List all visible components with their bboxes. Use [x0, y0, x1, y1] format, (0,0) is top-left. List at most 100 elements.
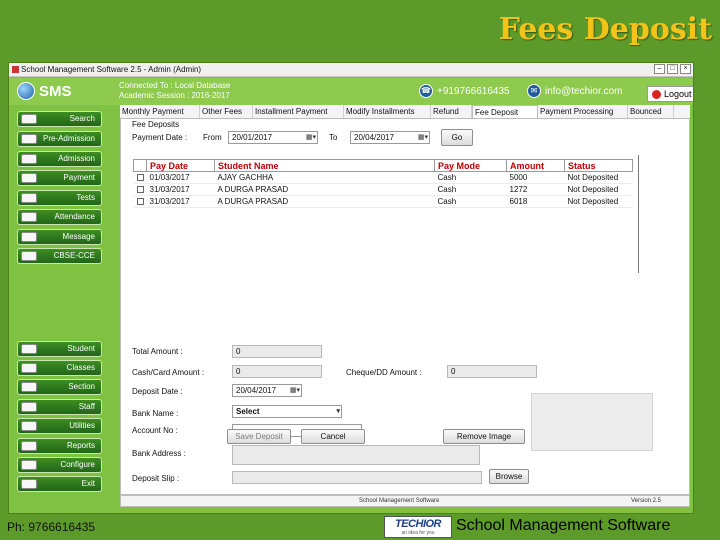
utilities-icon [21, 421, 37, 431]
sidebar-item-label: Staff [78, 402, 95, 411]
contact-email: ✉ info@techior.com [527, 84, 622, 98]
techior-logo-text: TECHIOR [395, 518, 442, 530]
exit-icon [21, 479, 37, 489]
amount-cell: 5000 [506, 171, 565, 184]
from-date-picker[interactable]: 20/01/2017 ▦▾ [228, 131, 318, 144]
table-header-row: Pay Date Student Name Pay Mode Amount St… [133, 159, 633, 172]
tab-other-fees[interactable]: Other Fees [200, 105, 253, 118]
sidebar-item-attendance[interactable]: Attendance [17, 209, 102, 225]
footer-phone: Ph: 9766616435 [7, 520, 96, 534]
table-row[interactable]: 01/03/2017 AJAY GACHHA Cash 5000 Not Dep… [133, 171, 633, 184]
pay-date-cell: 31/03/2017 [146, 183, 215, 196]
sidebar-item-message[interactable]: Message [17, 229, 102, 245]
logout-button[interactable]: Logout [647, 86, 693, 102]
sidebar-item-label: Utilities [69, 421, 95, 430]
column-header-pay-mode: Pay Mode [434, 159, 507, 172]
save-deposit-button[interactable]: Save Deposit [227, 429, 291, 444]
sidebar-item-pre-admission[interactable]: Pre-Admission [17, 131, 102, 147]
techior-logo-tagline: an idea for you [401, 530, 435, 536]
sidebar-item-utilities[interactable]: Utilities [17, 418, 102, 434]
sidebar-item-exit[interactable]: Exit [17, 476, 102, 492]
sidebar-item-cbse-cce[interactable]: CBSE-CCE [17, 248, 102, 264]
cheque-amount-field: 0 [447, 365, 537, 378]
table-row[interactable]: 31/03/2017 A DURGA PRASAD Cash 6018 Not … [133, 195, 633, 208]
tab-payment-processing[interactable]: Payment Processing [538, 105, 628, 118]
app-header: SMS Connected To : Local Database Academ… [9, 78, 693, 105]
sidebar-item-label: Section [68, 382, 95, 391]
cancel-button[interactable]: Cancel [301, 429, 365, 444]
status-bar: School Management Software Version 2.5 [120, 495, 690, 507]
status-app-name: School Management Software [359, 498, 440, 504]
sidebar-item-tests[interactable]: Tests [17, 190, 102, 206]
tab-bounced[interactable]: Bounced [628, 105, 674, 118]
grid-scroll-divider [638, 155, 639, 273]
sidebar-item-label: Exit [81, 479, 95, 488]
row-checkbox[interactable] [136, 174, 144, 182]
sidebar-item-label: Payment [63, 173, 95, 182]
sidebar-item-student[interactable]: Student [17, 341, 102, 357]
column-header-pay-date: Pay Date [146, 159, 215, 172]
sidebar-item-payment[interactable]: Payment [17, 170, 102, 186]
message-icon [21, 232, 37, 242]
power-icon [652, 89, 661, 99]
sidebar-item-staff[interactable]: Staff [17, 399, 102, 415]
tab-bar: Monthly Payment Other Fees Installment P… [120, 105, 690, 119]
sidebar-item-admission[interactable]: Admission [17, 151, 102, 167]
tab-installment-payment[interactable]: Installment Payment [253, 105, 344, 118]
close-button[interactable]: × [680, 64, 691, 74]
sidebar-item-section[interactable]: Section [17, 379, 102, 395]
tab-refund[interactable]: Refund [431, 105, 472, 118]
sidebar-item-label: Search [69, 114, 95, 123]
sidebar-item-label: Configure [60, 460, 95, 469]
window-title: School Management Software 2.5 - Admin (… [21, 65, 202, 74]
bank-name-value: Select [236, 407, 260, 416]
maximize-button[interactable]: □ [667, 64, 678, 74]
sidebar-item-label: Tests [76, 193, 95, 202]
column-header-status: Status [564, 159, 633, 172]
reports-icon [21, 441, 37, 451]
total-amount-field: 0 [232, 345, 322, 358]
student-name-cell: A DURGA PRASAD [214, 183, 435, 196]
go-button[interactable]: Go [441, 129, 473, 146]
deposit-slip-label: Deposit Slip : [132, 474, 180, 483]
cheque-amount-label: Cheque/DD Amount : [346, 368, 422, 377]
pay-mode-cell: Cash [434, 183, 507, 196]
payment-date-label: Payment Date : [132, 133, 188, 142]
tab-monthly-payment[interactable]: Monthly Payment [120, 105, 200, 118]
minimize-button[interactable]: – [654, 64, 665, 74]
browse-button[interactable]: Browse [489, 469, 529, 484]
table-row[interactable]: 31/03/2017 A DURGA PRASAD Cash 1272 Not … [133, 183, 633, 196]
slide-header: Fees Deposit [0, 0, 720, 62]
row-checkbox[interactable] [136, 198, 144, 206]
sidebar-item-classes[interactable]: Classes [17, 360, 102, 376]
attendance-icon [21, 212, 37, 222]
footer-product-name: School Management Software [456, 517, 671, 534]
sidebar-item-reports[interactable]: Reports [17, 438, 102, 454]
status-version: Version 2.5 [631, 498, 662, 504]
bank-name-select[interactable]: Select ▾ [232, 405, 342, 418]
chevron-down-icon: ▾ [336, 408, 340, 415]
sidebar-item-label: Classes [66, 363, 95, 372]
sidebar-item-configure[interactable]: Configure [17, 457, 102, 473]
deposit-date-picker[interactable]: 20/04/2017 ▦▾ [232, 384, 302, 397]
remove-image-button[interactable]: Remove Image [443, 429, 525, 444]
phone-icon: ☎ [419, 84, 433, 98]
mail-icon: ✉ [527, 84, 541, 98]
section-title: Fee Deposits [132, 120, 180, 129]
sidebar-item-search[interactable]: Search [17, 111, 102, 127]
tab-modify-installments[interactable]: Modify Installments [344, 105, 431, 118]
bank-name-label: Bank Name : [132, 409, 179, 418]
column-header-amount: Amount [506, 159, 565, 172]
section-icon [21, 382, 37, 392]
tab-fee-deposit[interactable]: Fee Deposit [472, 105, 538, 118]
from-date-value: 20/01/2017 [232, 133, 273, 142]
calendar-dropdown-icon: ▦▾ [305, 134, 316, 141]
to-date-picker[interactable]: 20/04/2017 ▦▾ [350, 131, 430, 144]
from-label: From [203, 133, 222, 142]
bank-address-input[interactable] [232, 445, 480, 465]
amount-cell: 1272 [506, 183, 565, 196]
column-header-student-name: Student Name [214, 159, 435, 172]
slide-title: Fees Deposit [498, 12, 712, 47]
row-checkbox[interactable] [136, 186, 144, 194]
connected-database: Connected To : Local Database [119, 81, 231, 90]
